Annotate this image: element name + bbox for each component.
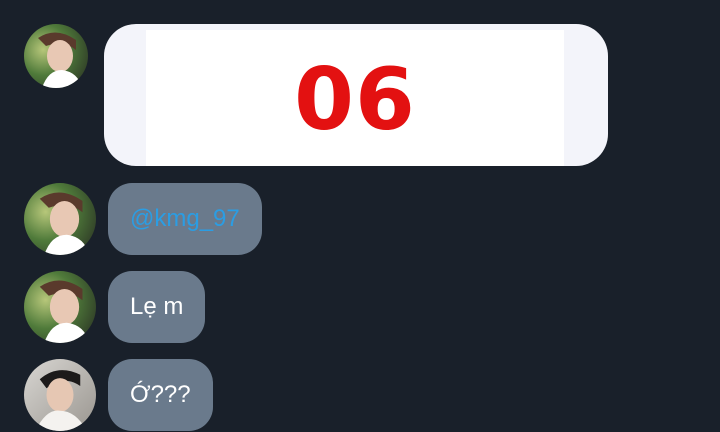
image-content: 06 (146, 30, 564, 166)
user-avatar-icon (24, 359, 96, 431)
user-avatar-icon (24, 24, 88, 88)
image-message[interactable]: 06 (104, 24, 608, 166)
image-number-text: 06 (294, 50, 416, 150)
user-avatar-icon (24, 271, 96, 343)
message-bubble[interactable]: @kmg_97 (108, 183, 262, 255)
sender-avatar[interactable] (24, 183, 96, 255)
message-text: Lẹ m (130, 293, 184, 320)
message-text: Ớ??? (130, 381, 191, 408)
message-bubble[interactable]: Lẹ m (108, 271, 206, 343)
mention-link[interactable]: @kmg_97 (130, 205, 240, 233)
sender-avatar[interactable] (24, 359, 96, 431)
message-bubble[interactable]: Ớ??? (108, 359, 213, 431)
sender-avatar[interactable] (24, 271, 96, 343)
user-avatar-icon (24, 183, 96, 255)
sender-avatar[interactable] (24, 24, 88, 88)
